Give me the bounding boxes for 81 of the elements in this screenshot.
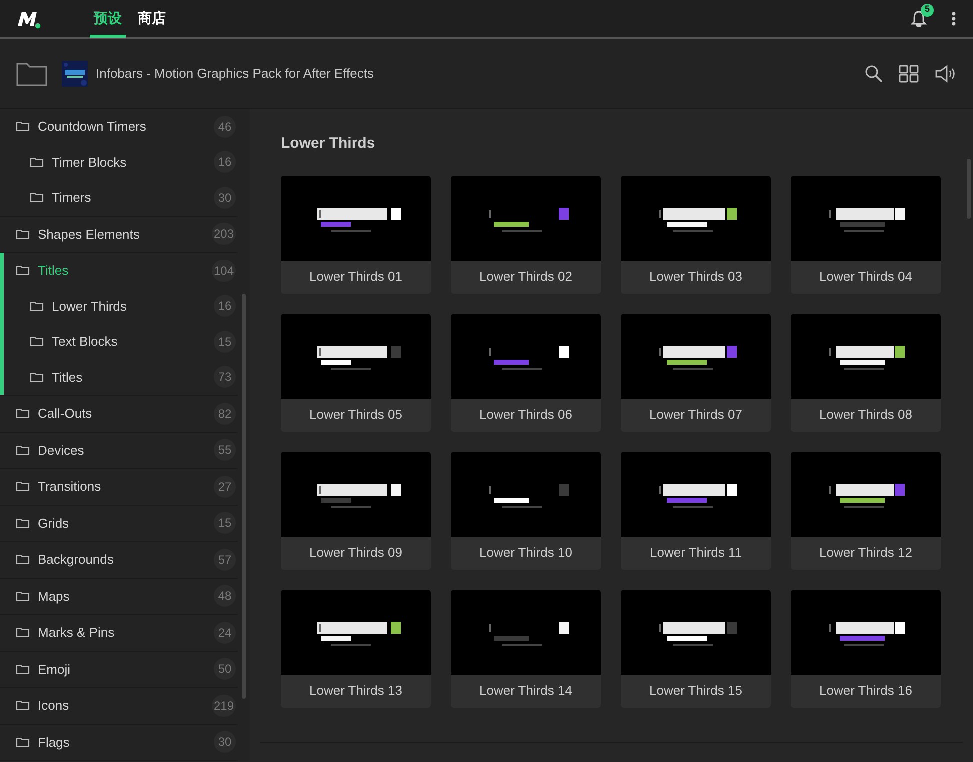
preset-card[interactable]: Lower Thirds 04 [791,176,941,294]
count-badge: 82 [214,402,236,425]
folder-icon [16,444,30,457]
sidebar-item[interactable]: Flags 30 [0,724,238,760]
sidebar-item[interactable]: Text Blocks 15 [0,324,238,360]
count-badge: 27 [214,476,236,498]
sidebar-item[interactable]: Marks & Pins 24 [0,615,238,650]
count-badge: 16 [214,151,236,174]
folder-icon [16,626,30,640]
count-badge: 57 [214,548,236,571]
folder-icon [16,699,30,712]
preset-card[interactable]: Lower Thirds 12 [791,452,941,570]
count-badge: 104 [212,260,236,282]
folder-icon [30,370,44,384]
preset-card[interactable]: Lower Thirds 05 [281,314,431,432]
folder-icon [16,590,30,603]
count-badge: 48 [214,585,236,608]
preset-card[interactable]: Lower Thirds 01 [281,176,431,294]
count-badge: 30 [214,186,236,209]
preset-card[interactable]: Lower Thirds 16 [791,590,941,708]
more-icon[interactable] [951,10,957,26]
folder-icon [16,407,30,420]
folder-icon[interactable] [16,60,48,86]
preset-card[interactable]: Lower Thirds 10 [451,452,601,570]
sidebar-item[interactable]: Lower Thirds 16 [0,288,238,324]
preset-card[interactable]: Lower Thirds 08 [791,314,941,432]
section-title: Lower Thirds [281,134,376,154]
folder-icon [16,228,30,241]
count-badge: 55 [214,439,236,462]
preset-card[interactable]: Lower Thirds 09 [281,452,431,570]
preset-card[interactable]: Lower Thirds 13 [281,590,431,708]
count-badge: 50 [214,658,236,680]
sidebar-item[interactable]: Countdown Timers 46 [0,109,238,144]
count-badge: 203 [212,223,236,246]
search-icon[interactable] [865,64,883,82]
sidebar-item[interactable]: Shapes Elements 203 [0,216,238,252]
count-badge: 46 [214,116,236,138]
sidebar-item[interactable]: Devices 55 [0,432,238,468]
folder-icon [16,736,30,749]
preset-card[interactable]: Lower Thirds 11 [621,452,771,570]
folder-icon [30,300,44,313]
sidebar-item[interactable]: Call-Outs 82 [0,396,238,432]
folder-icon [16,120,30,134]
folder-icon [30,191,44,204]
preset-card[interactable]: Lower Thirds 15 [621,590,771,708]
scrollbar[interactable] [242,294,246,699]
sidebar-item[interactable]: Grids 15 [0,506,238,541]
preset-card[interactable]: Lower Thirds 03 [621,176,771,294]
sidebar-item[interactable]: Emoji 50 [0,652,238,687]
folder-icon [30,156,44,169]
sidebar-item[interactable]: Titles 73 [0,360,238,395]
preset-card[interactable]: Lower Thirds 14 [451,590,601,708]
pack-title: Infobars - Motion Graphics Pack for After Effects [96,64,374,83]
count-badge: 30 [214,731,236,754]
folder-icon [16,480,30,494]
bell-icon[interactable] [911,10,927,28]
count-badge: 15 [214,330,236,353]
notification-count: 5 [921,4,934,16]
folder-icon [30,335,44,348]
count-badge: 16 [214,295,236,318]
sidebar-item[interactable]: Backgrounds 57 [0,542,238,578]
preset-card[interactable]: Lower Thirds 06 [451,314,601,432]
count-badge: 24 [214,622,236,644]
sidebar-item[interactable]: Transitions 27 [0,469,238,504]
preset-card[interactable]: Lower Thirds 02 [451,176,601,294]
sidebar-item[interactable]: Titles 104 [0,253,238,288]
preset-card[interactable]: Lower Thirds 07 [621,314,771,432]
speaker-icon[interactable] [935,64,957,82]
grid-view-icon[interactable] [899,64,919,82]
sidebar-item[interactable]: Maps 48 [0,578,238,614]
count-badge: 73 [214,366,236,388]
sidebar-item[interactable]: Timer Blocks 16 [0,144,238,180]
count-badge: 219 [212,694,236,717]
tab[interactable]: 商店 [134,1,170,38]
folder-icon [16,662,30,676]
folder-icon [16,553,30,566]
folder-icon [16,516,30,530]
folder-icon [16,264,30,278]
sidebar-item[interactable]: Icons 219 [0,688,238,724]
sidebar-item[interactable]: Timers 30 [0,180,238,216]
count-badge: 15 [214,512,236,534]
